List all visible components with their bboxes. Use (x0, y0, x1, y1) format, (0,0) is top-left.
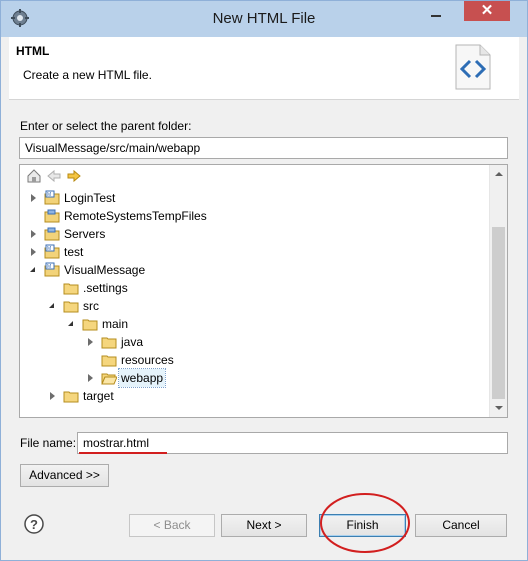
tree-scrollbar[interactable] (489, 165, 507, 417)
html-file-code-icon (455, 44, 491, 90)
help-glyph: ? (30, 517, 38, 532)
tree-item-label: target (83, 389, 114, 403)
wizard-banner: HTML Create a new HTML file. (9, 37, 519, 100)
title-bar[interactable]: New HTML File ✕ (1, 1, 527, 37)
tree-item-label: VisualMessage (64, 263, 146, 277)
tree-item[interactable]: webapp (20, 368, 480, 388)
folder-icon (101, 352, 117, 368)
help-icon[interactable]: ? (24, 514, 44, 534)
expand-arrow-icon[interactable] (49, 392, 57, 400)
tree-item[interactable]: RemoteSystemsTempFiles (20, 207, 480, 225)
advanced-button[interactable]: Advanced >> (20, 464, 109, 487)
folder-icon (101, 334, 117, 350)
tree-item-label: Servers (64, 227, 106, 241)
tree-item[interactable]: resources (20, 351, 480, 369)
annotation-circle (320, 493, 410, 553)
scroll-thumb[interactable] (492, 227, 505, 399)
scroll-up-button[interactable] (490, 165, 507, 182)
parent-folder-label: Enter or select the parent folder: (20, 119, 192, 133)
back-arrow-icon[interactable] (46, 168, 62, 184)
tree-item[interactable]: M LoginTest (20, 189, 480, 207)
expand-arrow-icon[interactable] (30, 194, 38, 202)
banner-title: HTML (16, 44, 50, 58)
close-button[interactable]: ✕ (464, 1, 510, 21)
tree-item-label: java (121, 335, 144, 349)
collapse-arrow-icon[interactable] (68, 320, 76, 328)
back-button[interactable]: < Back (129, 514, 215, 537)
tree-item[interactable]: target (20, 387, 480, 405)
tree-item-label: RemoteSystemsTempFiles (64, 209, 207, 223)
file-name-field[interactable]: mostrar.html (77, 432, 508, 454)
folder-tree[interactable]: M LoginTest RemoteSystemsTempFiles Servers M… (19, 164, 508, 418)
project-folder-icon (44, 208, 60, 224)
tree-item[interactable]: M VisualMessage (20, 261, 480, 279)
web-project-icon: M (44, 262, 60, 278)
expand-arrow-icon[interactable] (30, 230, 38, 238)
annotation-underline (79, 452, 167, 454)
next-button[interactable]: Next > (221, 514, 307, 537)
close-icon: ✕ (480, 2, 494, 19)
parent-folder-field[interactable]: VisualMessage/src/main/webapp (19, 137, 508, 159)
tree-item[interactable]: main (20, 315, 480, 333)
tree-item[interactable]: Mtest (20, 243, 480, 261)
tree-item[interactable]: src (20, 297, 480, 315)
folder-open-icon (101, 370, 118, 386)
tree-item-label: LoginTest (64, 191, 116, 205)
web-project-icon: M (44, 244, 60, 260)
expand-arrow-icon[interactable] (87, 374, 95, 382)
cancel-button[interactable]: Cancel (415, 514, 507, 537)
folder-icon (82, 316, 98, 332)
tree-item[interactable]: java (20, 333, 480, 351)
collapse-arrow-icon[interactable] (49, 302, 57, 310)
tree-item-label: src (83, 299, 99, 313)
expand-arrow-icon[interactable] (30, 248, 38, 256)
banner-description: Create a new HTML file. (23, 68, 152, 82)
file-name-label: File name: (20, 436, 77, 450)
home-icon[interactable] (26, 168, 42, 184)
svg-text:M: M (47, 192, 51, 198)
tree-item-label: .settings (83, 281, 128, 295)
tree-item-label: resources (121, 353, 174, 367)
folder-icon (63, 388, 79, 404)
tree-item-label: test (64, 245, 84, 259)
scroll-down-button[interactable] (490, 400, 507, 417)
folder-icon (63, 298, 79, 314)
forward-arrow-icon[interactable] (66, 168, 82, 184)
expand-arrow-icon[interactable] (87, 338, 95, 346)
folder-icon (63, 280, 79, 296)
tree-item-label: main (102, 317, 129, 331)
minimize-button[interactable] (423, 3, 449, 23)
svg-text:M: M (47, 246, 51, 252)
project-folder-icon (44, 226, 60, 242)
collapse-arrow-icon[interactable] (30, 266, 38, 274)
tree-item[interactable]: Servers (20, 225, 480, 243)
tree-item[interactable]: .settings (20, 279, 480, 297)
svg-text:M: M (47, 264, 51, 270)
web-project-icon: M (44, 190, 60, 206)
tree-item-label: webapp (117, 368, 167, 388)
